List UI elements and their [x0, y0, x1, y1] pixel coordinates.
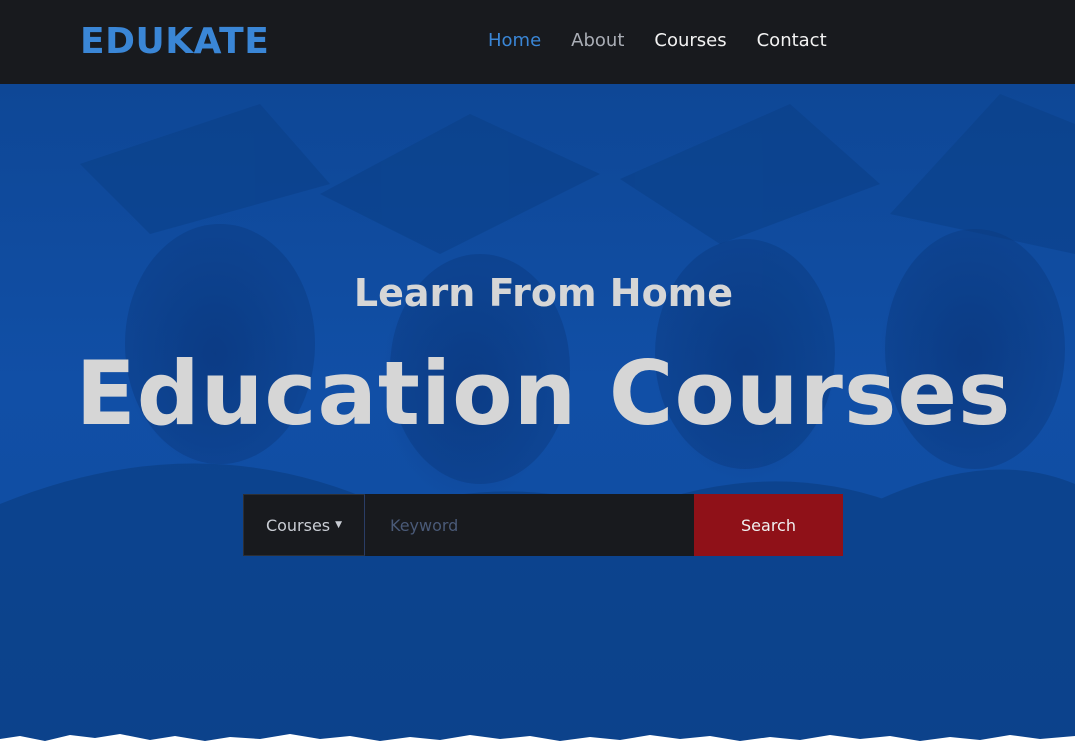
nav-link-home[interactable]: Home	[488, 29, 541, 53]
top-navbar: EDUKATE Home About Courses Contact	[0, 0, 1075, 84]
nav-link-contact[interactable]: Contact	[757, 29, 827, 53]
caret-down-icon: ▼	[335, 520, 343, 530]
nav-link-about[interactable]: About	[571, 29, 624, 53]
keyword-input[interactable]	[365, 494, 694, 556]
hero-headline: Education Courses	[75, 342, 1012, 445]
category-dropdown[interactable]: Courses ▼	[243, 494, 365, 556]
search-button[interactable]: Search	[694, 494, 843, 556]
brand-logo[interactable]: EDUKATE	[80, 20, 269, 64]
hero-subtitle: Learn From Home	[353, 271, 734, 315]
hero-section: Learn From Home Education Courses Course…	[0, 84, 1075, 747]
nav-menu: Home About Courses Contact	[488, 29, 827, 53]
torn-paper-edge	[0, 734, 1075, 747]
course-search-bar: Courses ▼ Search	[243, 494, 843, 556]
category-dropdown-label: Courses	[265, 515, 331, 535]
nav-link-courses[interactable]: Courses	[654, 29, 726, 53]
